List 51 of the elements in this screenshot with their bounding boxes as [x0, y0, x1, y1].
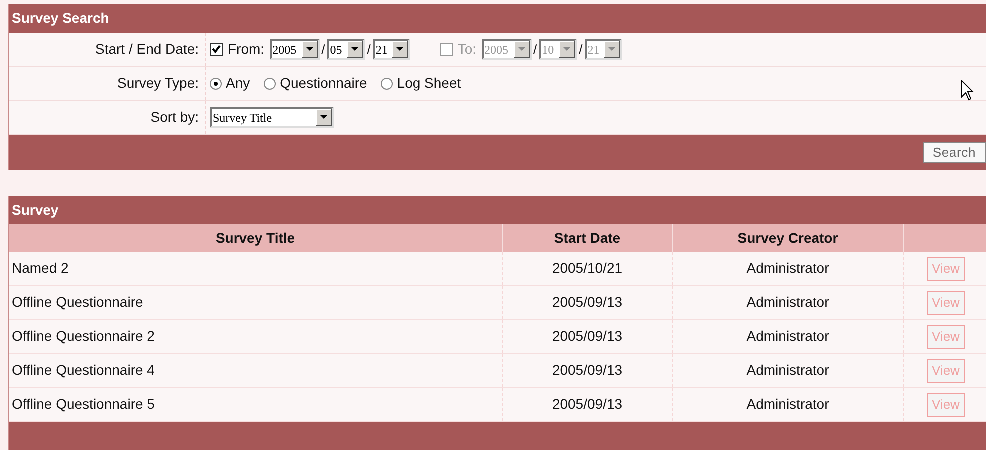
caret-icon: [351, 47, 360, 52]
search-button[interactable]: Search: [922, 142, 986, 162]
dropdown: 21: [584, 39, 622, 60]
panel-title: Survey Search: [12, 9, 110, 28]
table-cell-text: Administrator: [746, 361, 830, 380]
dropdown[interactable]: 21: [372, 39, 410, 60]
table-cell-text: 2005/09/13: [552, 327, 623, 346]
table-cell-text: Offline Questionnaire: [12, 293, 144, 312]
caret-icon: [396, 47, 404, 52]
table-cell-text: Offline Questionnaire 4: [12, 361, 155, 380]
table-cell-text: Offline Questionnaire 2: [12, 327, 155, 346]
table-cell-text: Offline Questionnaire 5: [12, 395, 155, 414]
dropdown[interactable]: 2005: [270, 39, 320, 60]
radio-label: Questionnaire: [280, 74, 368, 93]
dropdown[interactable]: 05: [327, 39, 366, 60]
caret-icon: [320, 115, 328, 120]
table-cell-text: Administrator: [746, 293, 830, 312]
date-separator: /: [367, 40, 371, 59]
field-label: Start / End Date:: [96, 40, 199, 59]
dropdown: 10: [539, 39, 578, 60]
checkbox-label: To:: [458, 40, 476, 59]
table-cell-text: Administrator: [746, 327, 830, 346]
caret-icon: [608, 47, 616, 52]
table-cell-text: 2005/09/13: [552, 395, 623, 414]
radio-label: Log Sheet: [397, 74, 462, 93]
table-title: Survey: [12, 200, 59, 220]
table-cell-text: 2005/09/13: [552, 361, 623, 380]
checkbox-label: From:: [228, 40, 265, 59]
table-cell-text: Administrator: [746, 395, 830, 414]
field-label: Survey Type:: [118, 74, 199, 93]
dropdown: 2005: [482, 39, 532, 60]
date-separator: /: [579, 40, 583, 59]
table-cell-text: 2005/10/21: [552, 259, 623, 278]
date-separator: /: [322, 40, 326, 59]
radio-label: Any: [226, 74, 250, 93]
radio-button[interactable]: [381, 78, 394, 90]
table-cell-text: 2005/09/13: [552, 293, 623, 312]
table-cell-text: Administrator: [746, 259, 830, 278]
radio-button[interactable]: [264, 78, 276, 90]
date-separator: /: [534, 40, 538, 59]
radio-button[interactable]: [210, 78, 222, 90]
caret-icon: [518, 47, 526, 52]
field-label: Sort by:: [150, 108, 199, 127]
caret-icon: [563, 47, 572, 52]
caret-icon: [306, 47, 314, 52]
column-header: Survey Title: [216, 228, 296, 248]
column-header: Survey Creator: [738, 228, 838, 248]
table-cell-text: Named 2: [12, 259, 69, 278]
column-header: Start Date: [554, 228, 621, 248]
checkbox[interactable]: [210, 43, 223, 56]
dropdown[interactable]: Survey Title: [210, 107, 334, 128]
